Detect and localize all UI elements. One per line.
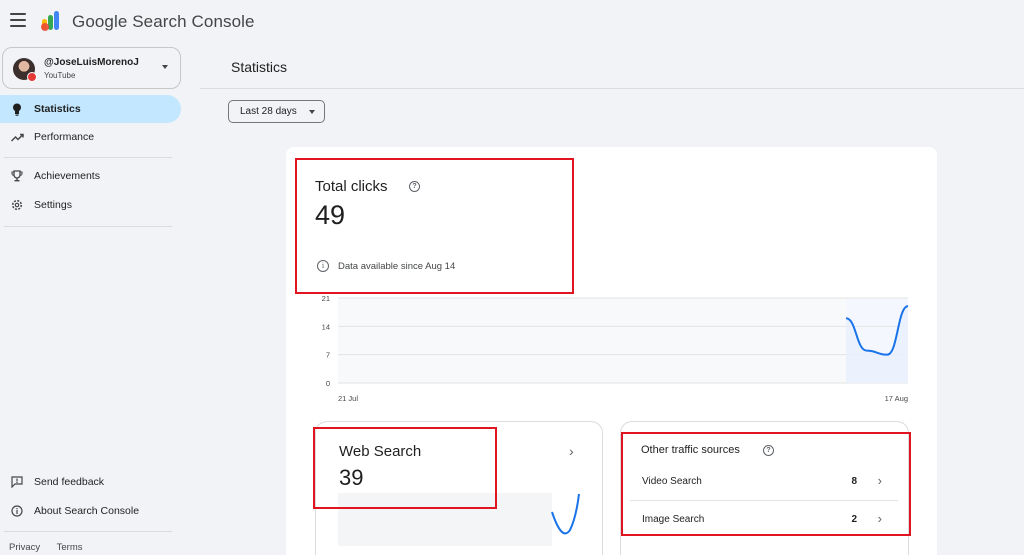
x-tick-end: 17 Aug <box>885 394 908 403</box>
highlight-box-web-search <box>313 427 497 509</box>
clicks-chart: 21 14 7 0 21 Jul 17 Aug <box>322 294 909 403</box>
sidebar-item-label: Performance <box>34 131 95 143</box>
gear-icon <box>0 199 34 211</box>
lightbulb-icon <box>0 103 34 116</box>
top-bar: Google Search Console <box>0 0 1024 44</box>
menu-icon[interactable] <box>10 13 26 27</box>
sidebar-item-performance[interactable]: Performance <box>0 123 181 151</box>
sidebar-item-label: Send feedback <box>34 476 105 488</box>
sidebar-item-label: Achievements <box>34 170 100 182</box>
search-console-logo <box>41 11 59 31</box>
sidebar-item-label: About Search Console <box>34 505 140 517</box>
sidebar-divider <box>4 226 172 227</box>
x-tick-start: 21 Jul <box>338 394 358 403</box>
trending-up-icon <box>0 133 34 142</box>
dropdown-caret-icon <box>309 110 315 114</box>
sidebar-divider <box>4 157 172 158</box>
feedback-icon <box>0 476 34 488</box>
account-switcher[interactable]: @JoseLuisMorenoJ YouTube <box>2 47 181 89</box>
y-tick-label: 21 <box>322 294 330 303</box>
chevron-right-icon[interactable]: › <box>569 443 574 459</box>
account-name: @JoseLuisMorenoJ <box>44 57 139 68</box>
y-tick-label: 7 <box>326 351 330 360</box>
sidebar-item-achievements[interactable]: Achievements <box>0 162 181 190</box>
chart-plot-area <box>338 298 846 383</box>
info-icon <box>0 505 34 517</box>
terms-link[interactable]: Terms <box>57 542 83 553</box>
highlight-box-other-sources <box>621 432 911 536</box>
trophy-icon <box>0 170 34 182</box>
footer-links: Privacy Terms <box>9 542 97 553</box>
sidebar-item-about[interactable]: About Search Console <box>0 497 181 525</box>
header-divider <box>200 88 1024 89</box>
privacy-link[interactable]: Privacy <box>9 542 40 553</box>
sidebar-item-label: Statistics <box>34 103 81 115</box>
dropdown-caret-icon <box>162 65 168 69</box>
y-tick-label: 14 <box>322 322 330 331</box>
youtube-badge-icon <box>27 72 37 82</box>
sidebar-item-label: Settings <box>34 199 72 211</box>
sidebar-item-send-feedback[interactable]: Send feedback <box>0 468 181 496</box>
date-range-dropdown[interactable]: Last 28 days <box>228 100 325 123</box>
app-title: Google Search Console <box>72 12 255 31</box>
sidebar-divider <box>4 531 172 532</box>
highlight-box-total-clicks <box>295 158 574 294</box>
sidebar-item-settings[interactable]: Settings <box>0 191 181 219</box>
page-title: Statistics <box>231 59 288 75</box>
y-tick-label: 0 <box>326 379 330 388</box>
sidebar-item-statistics[interactable]: Statistics <box>0 95 181 123</box>
date-range-label: Last 28 days <box>240 106 297 117</box>
account-subtitle: YouTube <box>44 71 76 80</box>
